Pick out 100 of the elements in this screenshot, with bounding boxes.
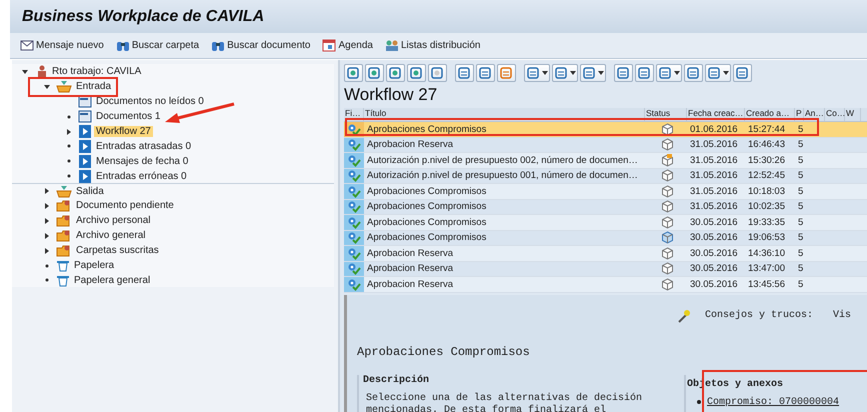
column-header[interactable]: Co…: [825, 108, 845, 121]
tree-item[interactable]: Entradas erróneas 0: [94, 170, 189, 182]
table-cell-text: Autorización p.nivel de presupuesto 002, número de documen…: [366, 154, 639, 166]
trash-icon: [56, 259, 70, 272]
gear-check-icon: [347, 278, 361, 291]
expander-icon[interactable]: [43, 232, 51, 240]
calendar-icon: [322, 39, 336, 52]
tree-item[interactable]: Entrada: [74, 81, 114, 92]
table-cell-text: Aprobaciones Compromisos: [366, 216, 488, 228]
table-cell-text: 30.05.2016: [689, 248, 739, 259]
table-cell-text: 5: [797, 154, 804, 166]
table-cell-text: 31.05.2016: [689, 170, 739, 182]
toolbar-button[interactable]: Mensaje nuevo: [18, 38, 106, 53]
tree-item[interactable]: Workflow 27: [94, 126, 153, 137]
expander-icon[interactable]: [43, 187, 51, 196]
table-cell-text: 5: [797, 201, 804, 212]
table-cell-text: 15:30:26: [747, 154, 786, 166]
tray-icon: [56, 80, 72, 94]
tray-icon: [56, 184, 72, 198]
tree-item[interactable]: Documentos 1: [94, 111, 162, 122]
tree-item[interactable]: Archivo personal: [74, 215, 152, 226]
column-header[interactable]: W: [845, 108, 861, 121]
binoculars-icon: [211, 39, 226, 52]
toolbar-button[interactable]: Buscar documento: [209, 38, 312, 53]
gear-check-icon: [347, 246, 361, 260]
gear-check-icon: [347, 216, 361, 229]
expander-icon[interactable]: [43, 82, 51, 91]
table-row[interactable]: Autorización p.nivel de presupuesto 002, número de documen… 31.05.2016 15:30:26 5: [344, 153, 867, 168]
column-header[interactable]: Creado a…: [745, 108, 795, 121]
toolbar-button[interactable]: Listas distribución: [382, 38, 482, 53]
table-cell-text: Aprobacion Reserva: [366, 278, 454, 290]
table-cell-text: Aprobacion Reserva: [366, 248, 454, 259]
table-cell-text: 5: [797, 124, 804, 135]
table-cell-text: Aprobaciones Compromisos: [366, 124, 488, 135]
folder-icon: [56, 214, 72, 228]
column-header[interactable]: Fecha creac…: [687, 108, 745, 121]
table-cell-text: 10:02:35: [747, 201, 786, 212]
expander-icon[interactable]: [43, 246, 51, 255]
table-cell-text: 5: [797, 170, 804, 182]
table-cell-text: Aprobacion Reserva: [366, 139, 454, 150]
envelope-icon: [20, 39, 34, 52]
tree-item[interactable]: Salida: [74, 186, 106, 197]
table-row[interactable]: Aprobaciones Compromisos 30.05.2016 19:33:35 5: [344, 215, 867, 230]
table-cell-text: 01.06.2016: [689, 124, 739, 135]
table-cell-text: 31.05.2016: [689, 154, 739, 166]
column-header[interactable]: Fi…: [344, 108, 364, 121]
table-cell-text: 31.05.2016: [689, 139, 739, 150]
table-row[interactable]: Aprobacion Reserva 30.05.2016 14:36:10 5: [344, 246, 867, 262]
tree-item[interactable]: Papelera: [72, 260, 116, 272]
expander-icon[interactable]: [65, 128, 73, 136]
table-cell-text: Autorización p.nivel de presupuesto 001, número de documen…: [366, 170, 639, 182]
tree-item[interactable]: Mensajes de fecha 0: [94, 156, 190, 167]
preview-heading: Aprobaciones Compromisos: [356, 344, 531, 358]
column-header[interactable]: Título: [364, 108, 645, 121]
table-cell-text: 31.05.2016: [689, 201, 739, 212]
column-header[interactable]: P: [795, 108, 804, 121]
table-cell-text: 14:36:10: [747, 248, 786, 259]
play-icon: [78, 154, 92, 168]
table-cell-text: 16:46:43: [747, 139, 786, 150]
table-cell-text: 30.05.2016: [689, 278, 739, 290]
expander-icon[interactable]: [43, 216, 51, 225]
gear-check-icon: [347, 138, 361, 152]
toolbar-button[interactable]: Buscar carpeta: [114, 38, 202, 53]
table-cell-text: 31.05.2016: [689, 186, 739, 197]
gear-check-icon: [347, 169, 361, 182]
folder-icon: [56, 199, 72, 212]
tree-item[interactable]: Papelera general: [72, 274, 152, 286]
magic-wand-icon: [677, 308, 691, 322]
tree-item[interactable]: Documento pendiente: [74, 200, 176, 212]
table-row[interactable]: Aprobacion Reserva 30.05.2016 13:47:00 5: [344, 262, 867, 277]
table-row[interactable]: Aprobaciones Compromisos 31.05.2016 10:02:35 5: [344, 200, 867, 215]
column-header[interactable]: Status: [645, 108, 687, 121]
column-header[interactable]: An…: [804, 108, 825, 121]
play-icon: [78, 140, 92, 153]
tree-item[interactable]: Archivo general: [74, 230, 148, 242]
gear-check-icon: [347, 231, 361, 244]
table-row[interactable]: Aprobacion Reserva 30.05.2016 13:45:56 5: [344, 277, 867, 292]
table-cell-text: 30.05.2016: [689, 216, 739, 228]
table-row[interactable]: Autorización p.nivel de presupuesto 001, número de documen… 31.05.2016 12:52:45 5: [344, 168, 867, 184]
document-icon: [78, 95, 92, 108]
table-row[interactable]: Aprobaciones Compromisos 31.05.2016 10:18:03 5: [344, 184, 867, 200]
table-row[interactable]: Aprobacion Reserva 31.05.2016 16:46:43 5: [344, 138, 867, 153]
table-cell-text: 30.05.2016: [689, 263, 739, 274]
table-cell-text: Aprobacion Reserva: [366, 263, 454, 274]
play-icon: [78, 125, 92, 138]
tree-item[interactable]: Documentos no leídos 0: [94, 96, 206, 108]
tree-item[interactable]: Rto trabajo: CAVILA: [50, 66, 144, 78]
table-cell-text: 30.05.2016: [689, 232, 739, 244]
expander-icon[interactable]: [43, 202, 51, 210]
object-link[interactable]: Compromiso: 0700000004: [707, 396, 840, 408]
tree-item[interactable]: Carpetas suscritas: [74, 245, 161, 256]
people-icon: [384, 39, 399, 52]
toolbar-button[interactable]: Agenda: [320, 38, 375, 53]
table-cell-text: 5: [797, 232, 804, 244]
expander-icon[interactable]: [21, 68, 29, 76]
gear-check-icon: [347, 200, 361, 214]
section-title: Descripción: [363, 374, 430, 388]
tree-item[interactable]: Entradas atrasadas 0: [94, 140, 194, 152]
table-row[interactable]: Aprobaciones Compromisos 30.05.2016 19:06:53 5: [344, 230, 867, 246]
table-cell-text: 19:06:53: [747, 232, 786, 244]
